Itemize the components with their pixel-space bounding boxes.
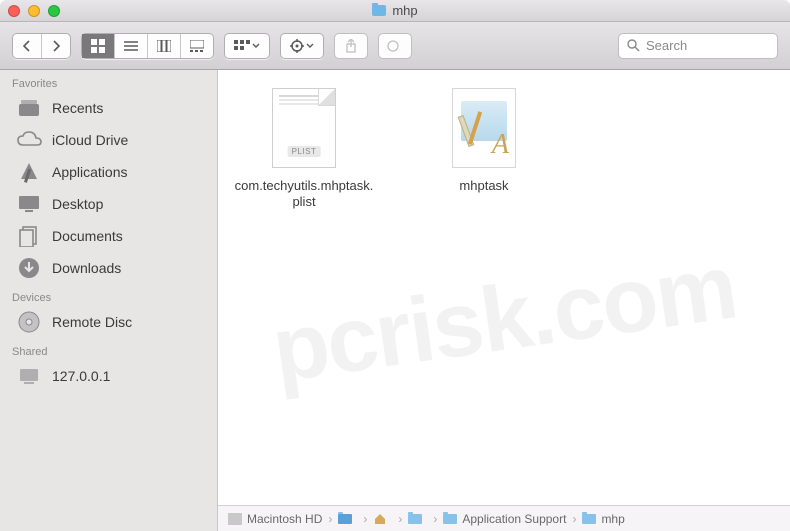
close-icon[interactable] [8,5,20,17]
path-label: mhp [601,512,624,526]
path-item[interactable] [373,513,392,525]
folder-icon [443,514,457,524]
toolbar: Search [0,22,790,70]
applications-icon [16,161,42,183]
sidebar-item-label: Documents [52,228,123,244]
downloads-icon [16,257,42,279]
folder-icon [372,5,386,16]
view-column-button[interactable] [148,34,181,58]
sidebar-heading-devices: Devices [0,284,217,306]
view-list-button[interactable] [115,34,148,58]
titlebar: mhp [0,0,790,22]
chevron-right-icon: › [396,512,404,526]
sidebar-item-downloads[interactable]: Downloads [0,252,217,284]
folder-icon [582,514,596,524]
sidebar-item-recents[interactable]: Recents [0,92,217,124]
file-item[interactable]: A mhptask [414,88,554,194]
sidebar-item-label: Applications [52,164,128,180]
path-item[interactable] [338,514,357,524]
sidebar-item-label: iCloud Drive [52,132,128,148]
chevron-right-icon: › [361,512,369,526]
disc-icon [16,311,42,333]
server-icon [16,365,42,387]
search-field[interactable]: Search [618,33,778,59]
chevron-right-icon: › [326,512,334,526]
chevron-right-icon: › [570,512,578,526]
file-label: com.techyutils.mhptask.plist [234,178,374,211]
chevron-right-icon: › [431,512,439,526]
nav-buttons [12,33,71,59]
hd-icon [228,513,242,525]
path-item[interactable]: Application Support [443,512,566,526]
sidebar-item-label: Downloads [52,260,121,276]
back-button[interactable] [13,34,42,58]
desktop-icon [16,193,42,215]
sidebar-item-desktop[interactable]: Desktop [0,188,217,220]
view-gallery-button[interactable] [181,34,213,58]
share-button[interactable] [334,33,368,59]
sidebar: Favorites Recents iCloud Drive Applicati… [0,70,218,531]
view-icon-button[interactable] [82,34,115,58]
sidebar-item-remote-disc[interactable]: Remote Disc [0,306,217,338]
sidebar-item-documents[interactable]: Documents [0,220,217,252]
sidebar-item-label: Recents [52,100,103,116]
minimize-icon[interactable] [28,5,40,17]
sidebar-item-applications[interactable]: Applications [0,156,217,188]
sidebar-item-label: Remote Disc [52,314,132,330]
path-item[interactable] [408,514,427,524]
path-label: Application Support [462,512,566,526]
view-switcher [81,33,214,59]
file-item[interactable]: PLIST com.techyutils.mhptask.plist [234,88,374,211]
path-item[interactable]: Macintosh HD [228,512,322,526]
sidebar-item-label: Desktop [52,196,103,212]
arrange-button[interactable] [224,33,270,59]
plist-file-icon: PLIST [268,88,340,172]
path-bar: Macintosh HD › › › › Application Support… [218,505,790,531]
icloud-icon [16,129,42,151]
sidebar-item-server[interactable]: 127.0.0.1 [0,360,217,392]
recents-icon [16,97,42,119]
path-label: Macintosh HD [247,512,322,526]
documents-icon [16,225,42,247]
sidebar-item-icloud[interactable]: iCloud Drive [0,124,217,156]
forward-button[interactable] [42,34,70,58]
tags-button[interactable] [378,33,412,59]
window-controls [8,5,60,17]
file-browser: pcrisk.com PLIST com.techyutils.mhptask.… [218,70,790,531]
folder-icon [338,514,352,524]
sidebar-heading-shared: Shared [0,338,217,360]
file-grid[interactable]: PLIST com.techyutils.mhptask.plist A mhp… [218,70,790,505]
sidebar-item-label: 127.0.0.1 [52,368,110,384]
action-button[interactable] [280,33,324,59]
app-file-icon: A [448,88,520,172]
sidebar-heading-favorites: Favorites [0,70,217,92]
file-label: mhptask [459,178,508,194]
home-icon [373,513,387,525]
search-icon [627,39,640,52]
folder-icon [408,514,422,524]
zoom-icon[interactable] [48,5,60,17]
search-placeholder: Search [646,38,687,53]
window-title: mhp [392,3,417,18]
path-item[interactable]: mhp [582,512,624,526]
